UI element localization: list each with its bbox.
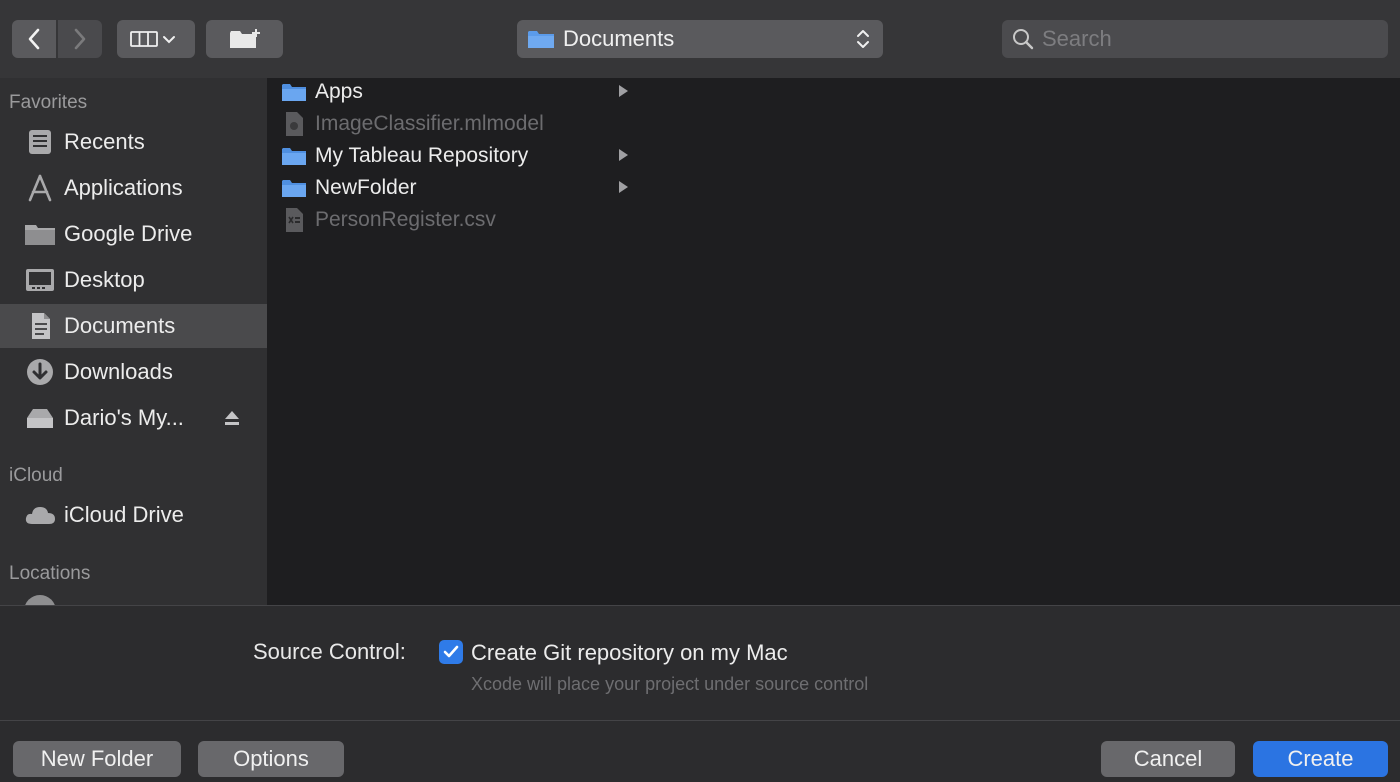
sidebar-item-label: Recents <box>64 129 145 154</box>
applications-icon <box>22 172 58 204</box>
updown-arrows-icon <box>857 30 869 48</box>
column-divider[interactable] <box>634 78 635 605</box>
icloud-section-title: iCloud <box>9 465 63 486</box>
disclosure-arrow-icon <box>619 149 628 161</box>
sidebar-item-downloads[interactable]: Downloads <box>0 350 267 394</box>
sidebar: Favorites Recents Applications Google Dr… <box>0 78 267 605</box>
search-input[interactable] <box>1042 26 1372 52</box>
cloud-icon <box>22 499 58 531</box>
recents-icon <box>22 126 58 158</box>
mlmodel-file-icon <box>280 111 308 137</box>
file-row-imageclassifier: ImageClassifier.mlmodel <box>280 108 634 140</box>
disclosure-arrow-icon <box>619 181 628 193</box>
sidebar-item-label: Desktop <box>64 267 145 292</box>
path-popup-label: Documents <box>563 26 675 51</box>
sidebar-item-label: Documents <box>64 313 176 338</box>
file-name: PersonRegister.csv <box>315 208 496 231</box>
csv-file-icon <box>280 207 308 233</box>
new-folder-toolbar-button[interactable] <box>206 20 283 58</box>
locations-section-title: Locations <box>9 563 91 584</box>
sidebar-item-icloud-drive[interactable]: iCloud Drive <box>0 493 267 537</box>
sidebar-item-label: Downloads <box>64 359 173 384</box>
cancel-button[interactable]: Cancel <box>1101 741 1235 777</box>
file-row-tableau[interactable]: My Tableau Repository <box>280 140 634 172</box>
chevron-left-icon <box>28 28 40 50</box>
sidebar-item-recents[interactable]: Recents <box>0 120 267 164</box>
git-checkbox-label[interactable]: Create Git repository on my Mac <box>471 640 788 666</box>
eject-icon[interactable] <box>223 409 241 427</box>
file-name: NewFolder <box>315 176 417 199</box>
favorites-section-title: Favorites <box>9 92 88 113</box>
sidebar-item-disk[interactable]: Dario's My... <box>0 396 267 440</box>
download-icon <box>22 356 58 388</box>
search-field[interactable] <box>1002 20 1388 58</box>
file-row-newfolder[interactable]: NewFolder <box>280 172 634 204</box>
folder-icon <box>528 31 554 48</box>
forward-button[interactable] <box>58 20 102 58</box>
toolbar: Documents <box>0 0 1400 78</box>
disk-icon <box>22 402 58 434</box>
git-repository-checkbox[interactable] <box>439 640 463 664</box>
source-control-label: Source Control: <box>253 639 406 664</box>
sidebar-item-label: Applications <box>64 175 183 200</box>
options-button[interactable]: Options <box>198 741 344 777</box>
folder-icon <box>280 79 308 105</box>
path-popup[interactable]: Documents <box>517 20 883 58</box>
sidebar-item-desktop[interactable]: Desktop <box>0 258 267 302</box>
sidebar-item-label: Google Drive <box>64 221 193 246</box>
sidebar-item-label: iCloud Drive <box>64 502 184 527</box>
file-name: ImageClassifier.mlmodel <box>315 112 544 135</box>
sidebar-item-applications[interactable]: Applications <box>0 166 267 210</box>
file-name: Apps <box>315 80 363 103</box>
git-hint-text: Xcode will place your project under sour… <box>471 674 869 694</box>
view-mode-button[interactable] <box>117 20 195 58</box>
folder-icon <box>22 218 58 250</box>
disclosure-arrow-icon <box>619 85 628 97</box>
columns-view-icon <box>130 31 175 47</box>
folder-icon <box>280 143 308 169</box>
document-icon <box>22 310 58 342</box>
file-row-personregister: PersonRegister.csv <box>280 204 634 236</box>
checkmark-icon <box>443 645 459 658</box>
file-name: My Tableau Repository <box>315 144 529 167</box>
sidebar-item-documents[interactable]: Documents <box>0 304 267 348</box>
chevron-right-icon <box>74 28 86 50</box>
create-button[interactable]: Create <box>1253 741 1388 777</box>
network-icon-partial <box>24 595 56 605</box>
new-folder-button[interactable]: New Folder <box>13 741 181 777</box>
desktop-icon <box>22 264 58 296</box>
search-icon <box>1013 29 1034 50</box>
sidebar-item-google-drive[interactable]: Google Drive <box>0 212 267 256</box>
sidebar-item-label: Dario's My... <box>64 405 184 430</box>
file-row-apps[interactable]: Apps <box>280 76 634 108</box>
folder-icon <box>280 175 308 201</box>
new-folder-icon <box>229 29 260 48</box>
back-button[interactable] <box>12 20 56 58</box>
